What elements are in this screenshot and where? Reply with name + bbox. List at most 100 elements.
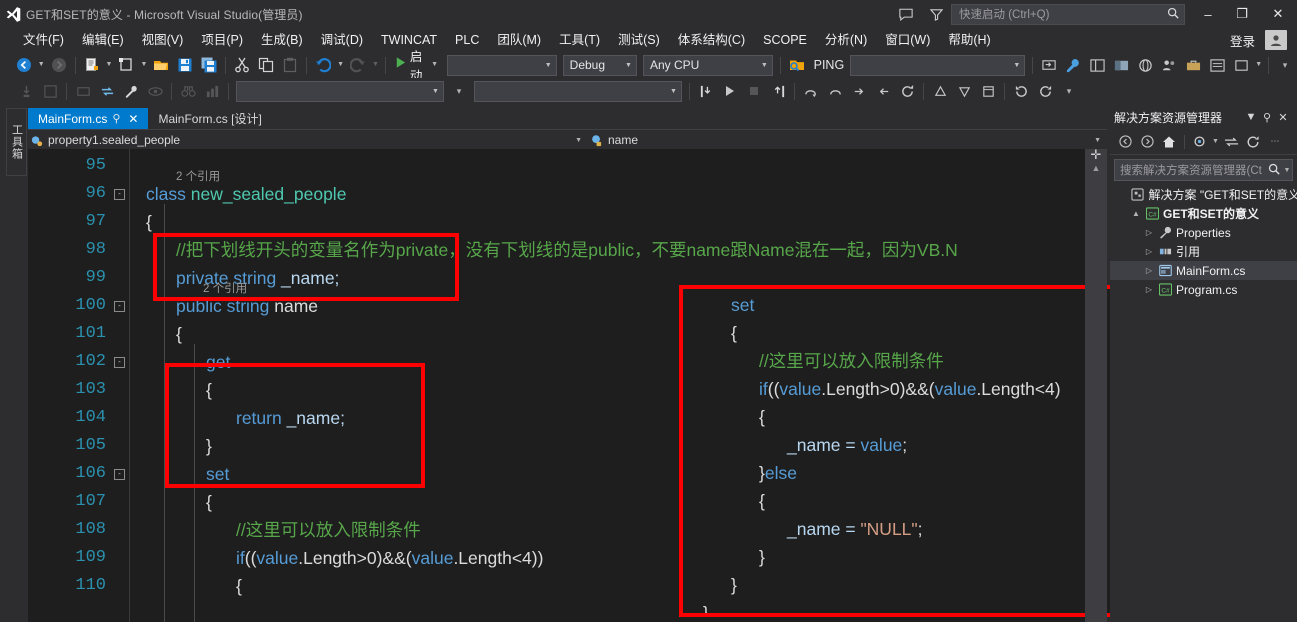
solution-tree-item[interactable]: ▲ C# GET和SET的意义 <box>1110 204 1297 223</box>
chevron-down-icon[interactable]: ▼ <box>1243 111 1259 123</box>
fold-toggle-icon[interactable]: - <box>114 301 125 312</box>
process-combo[interactable]: ▼ <box>447 54 557 76</box>
close-button[interactable]: ✕ <box>1259 0 1297 28</box>
refresh-icon[interactable] <box>1242 132 1264 152</box>
undo-icon[interactable] <box>312 54 334 76</box>
step-out-icon[interactable] <box>767 80 789 102</box>
pin-icon[interactable]: ⚲ <box>107 112 125 125</box>
navigate-back-icon[interactable] <box>13 54 35 76</box>
save-all-icon[interactable] <box>198 54 220 76</box>
wrench-icon[interactable] <box>1062 54 1084 76</box>
home-icon[interactable] <box>1158 132 1180 152</box>
menu-build[interactable]: 生成(B) <box>252 28 312 52</box>
properties-window-icon[interactable] <box>1110 54 1132 76</box>
minimize-button[interactable]: – <box>1191 0 1225 28</box>
code-line[interactable]: 96- class new_sealed_people <box>28 180 1107 208</box>
solution-tree-item[interactable]: ▷ C# Program.cs <box>1110 280 1297 299</box>
error-list-icon[interactable] <box>1206 54 1228 76</box>
debug-target-combo[interactable]: ▼ <box>236 80 444 102</box>
menu-team[interactable]: 团队(M) <box>488 28 550 52</box>
navigate-back-dropdown-icon[interactable]: ▼ <box>36 54 47 76</box>
window-layout-icon[interactable] <box>1086 54 1108 76</box>
fold-toggle-icon[interactable]: - <box>114 357 125 368</box>
search-icon[interactable] <box>1265 163 1282 178</box>
start-dropdown-icon[interactable]: ▼ <box>429 54 440 76</box>
step-over-icon[interactable] <box>800 80 822 102</box>
chevron-down-icon[interactable]: ▼ <box>1009 62 1024 69</box>
menu-help[interactable]: 帮助(H) <box>939 28 999 52</box>
chevron-down-icon[interactable]: ▼ <box>1088 137 1107 144</box>
step-over-2-icon[interactable] <box>824 80 846 102</box>
collapse-arrow-icon[interactable]: ▲ <box>1129 209 1143 218</box>
fold-toggle-icon[interactable]: - <box>114 189 125 200</box>
configuration-combo[interactable]: Debug ▼ <box>562 54 637 76</box>
menu-view[interactable]: 视图(V) <box>133 28 193 52</box>
object-browser-icon[interactable] <box>1134 54 1156 76</box>
chevron-down-icon[interactable]: ▼ <box>621 62 636 69</box>
solution-explorer-search-input[interactable]: 搜索解决方案资源管理器(Ct ▼ <box>1114 159 1293 181</box>
copy-icon[interactable] <box>255 54 277 76</box>
expand-arrow-icon[interactable]: ▷ <box>1142 285 1156 294</box>
step-next-icon[interactable] <box>848 80 870 102</box>
toolbar-overflow-icon[interactable]: ▾ <box>448 80 470 102</box>
menu-analyze[interactable]: 分析(N) <box>816 28 876 52</box>
chevron-down-icon[interactable]: ▼ <box>428 88 443 95</box>
team-explorer-icon[interactable] <box>1158 54 1180 76</box>
new-project-icon[interactable] <box>81 54 103 76</box>
new-item-dropdown-icon[interactable]: ▼ <box>138 54 149 76</box>
open-file-icon[interactable] <box>150 54 172 76</box>
breakpoint-window-icon[interactable] <box>929 80 951 102</box>
close-icon[interactable]: ✕ <box>1275 111 1291 124</box>
reload-icon[interactable] <box>1010 80 1032 102</box>
menu-test[interactable]: 测试(S) <box>609 28 669 52</box>
solution-tree[interactable]: 解决方案 "GET和SET的意义" ▲ C# GET和SET的意义 ▷ Propertie… <box>1110 185 1297 299</box>
new-item-icon[interactable] <box>115 54 137 76</box>
menu-edit[interactable]: 编辑(E) <box>73 28 133 52</box>
expand-arrow-icon[interactable]: ▷ <box>1142 228 1156 237</box>
split-view-icon[interactable]: ✛ <box>1085 147 1107 163</box>
menu-window[interactable]: 窗口(W) <box>876 28 939 52</box>
platform-combo[interactable]: Any CPU ▼ <box>642 54 773 76</box>
secondary-combo[interactable]: ▼ <box>474 80 682 102</box>
cut-icon[interactable] <box>231 54 253 76</box>
step-back-icon[interactable] <box>872 80 894 102</box>
editor-vertical-scrollbar[interactable]: ✛ ▲ <box>1085 147 1107 622</box>
tab-mainform-cs-design[interactable]: MainForm.cs [设计] <box>148 108 269 129</box>
forward-icon[interactable] <box>1136 132 1158 152</box>
chevron-down-icon[interactable]: ▼ <box>666 88 681 95</box>
toolbar-overflow-icon[interactable]: ▾ <box>1274 54 1296 76</box>
configure-icon[interactable] <box>120 80 142 102</box>
account-icon[interactable] <box>1265 30 1287 50</box>
toolbar-overflow-icon[interactable]: ▾ <box>1058 80 1080 102</box>
more-windows-icon[interactable] <box>1230 54 1252 76</box>
maximize-button[interactable]: ❐ <box>1225 0 1259 28</box>
pin-icon[interactable]: ⚲ <box>1259 111 1275 124</box>
close-icon[interactable]: ✕ <box>125 112 141 126</box>
scroll-up-icon[interactable]: ▲ <box>1085 163 1107 173</box>
expand-arrow-icon[interactable]: ▷ <box>1142 247 1156 256</box>
pending-changes-icon[interactable] <box>1189 132 1211 152</box>
attach-process-icon[interactable] <box>1038 54 1060 76</box>
locals-window-icon[interactable] <box>977 80 999 102</box>
menu-scope[interactable]: SCOPE <box>754 28 816 52</box>
save-icon[interactable] <box>174 54 196 76</box>
chevron-down-icon[interactable]: ▼ <box>757 62 772 69</box>
menu-file[interactable]: 文件(F) <box>14 28 73 52</box>
code-line[interactable]: 97 { <box>28 208 1107 236</box>
solution-tree-item[interactable]: ▷ 引用 <box>1110 242 1297 261</box>
continue-icon[interactable] <box>719 80 741 102</box>
chevron-down-icon[interactable]: ▼ <box>569 137 588 144</box>
toolbox-window-icon[interactable] <box>1182 54 1204 76</box>
menu-tools[interactable]: 工具(T) <box>550 28 609 52</box>
start-debug-button[interactable]: 启动 ▼ <box>390 50 444 83</box>
tab-mainform-cs[interactable]: MainForm.cs ⚲ ✕ <box>28 108 149 129</box>
quick-launch-input[interactable]: 快速启动 (Ctrl+Q) <box>951 3 1185 25</box>
undo-dropdown-icon[interactable]: ▼ <box>335 54 346 76</box>
sign-in-button[interactable]: 登录 <box>1220 31 1265 50</box>
expand-arrow-icon[interactable]: ▷ <box>1142 266 1156 275</box>
toolbox-dock-tab[interactable]: 工具箱 <box>6 108 27 176</box>
solution-tree-item[interactable]: ▷ MainForm.cs <box>1110 261 1297 280</box>
menu-architecture[interactable]: 体系结构(C) <box>669 28 754 52</box>
menu-project[interactable]: 项目(P) <box>192 28 252 52</box>
solution-tree-item[interactable]: ▷ Properties <box>1110 223 1297 242</box>
